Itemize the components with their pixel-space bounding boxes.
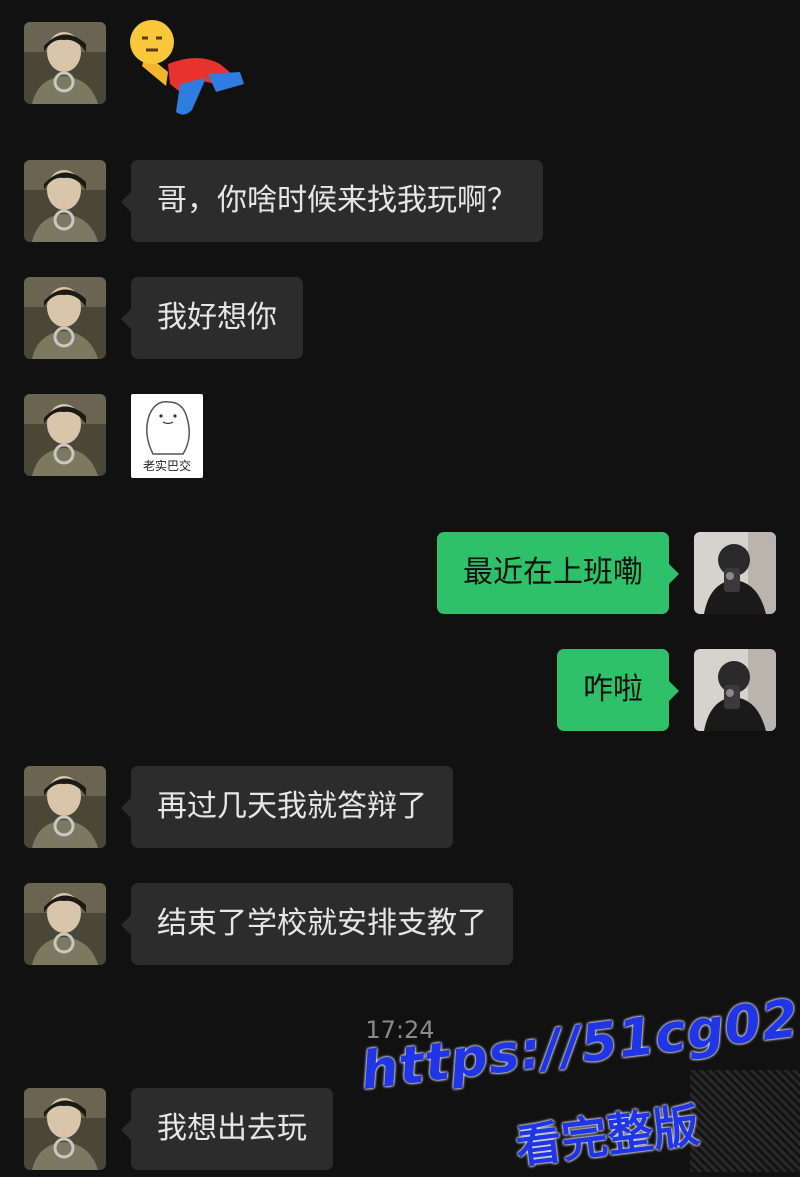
lying-emoji-sticker[interactable] xyxy=(128,14,248,124)
contact-avatar[interactable] xyxy=(24,394,106,476)
message-bubble-incoming[interactable]: 结束了学校就安排支教了 xyxy=(121,883,513,965)
contact-avatar[interactable] xyxy=(24,883,106,965)
message-bubble-incoming[interactable]: 我好想你 xyxy=(121,277,303,359)
message-timestamp: 17:24 xyxy=(365,1016,435,1044)
chat-view: 哥，你啥时候来找我玩啊？ 我好想你 老实巴交 最近在上班嘞 咋啦 再过几天我就答… xyxy=(0,0,800,1174)
contact-avatar[interactable] xyxy=(24,1088,106,1170)
contact-avatar[interactable] xyxy=(24,22,106,104)
watermark-noise xyxy=(690,1070,800,1172)
message-bubble-incoming[interactable]: 哥，你啥时候来找我玩啊？ xyxy=(121,160,543,242)
watermark-text: 看完整版 xyxy=(512,1097,702,1174)
self-avatar[interactable] xyxy=(694,532,776,614)
message-bubble-outgoing[interactable]: 咋啦 xyxy=(557,649,679,731)
contact-avatar[interactable] xyxy=(24,277,106,359)
sticker-caption: 老实巴交 xyxy=(142,459,191,473)
self-avatar[interactable] xyxy=(694,649,776,731)
message-bubble-outgoing[interactable]: 最近在上班嘞 xyxy=(437,532,679,614)
message-bubble-incoming[interactable]: 再过几天我就答辩了 xyxy=(121,766,453,848)
blob-sticker[interactable]: 老实巴交 xyxy=(131,394,203,478)
message-bubble-incoming[interactable]: 我想出去玩 xyxy=(121,1088,333,1170)
contact-avatar[interactable] xyxy=(24,766,106,848)
contact-avatar[interactable] xyxy=(24,160,106,242)
